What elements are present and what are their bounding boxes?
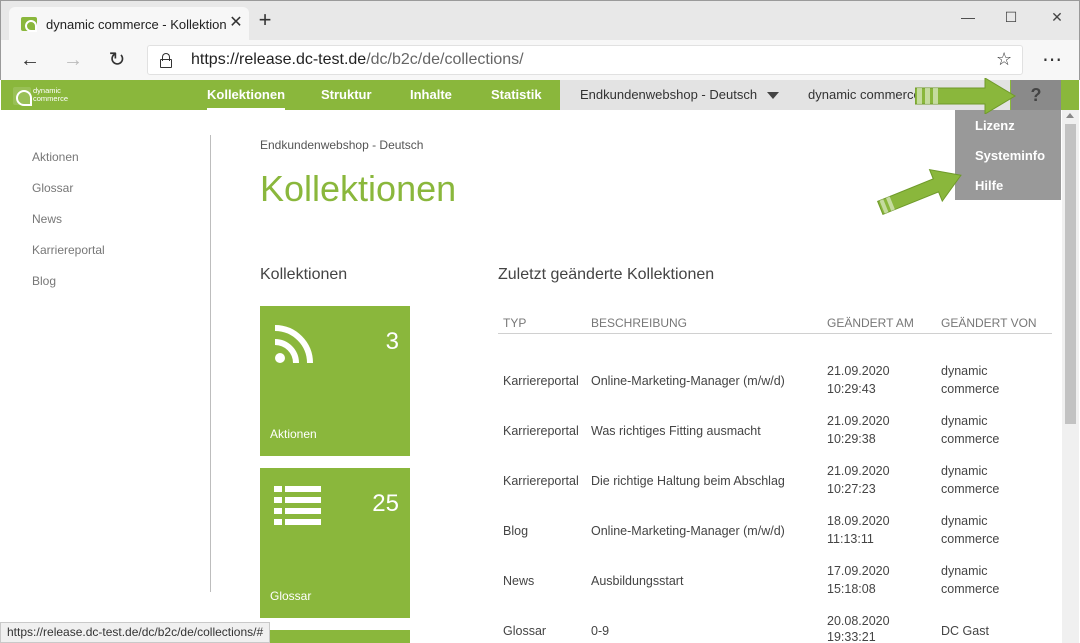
cell-beschreibung[interactable]: Was richtiges Fitting ausmacht <box>591 422 761 440</box>
table-header-divider <box>498 333 1052 334</box>
sidebar-item-glossar[interactable]: Glossar <box>32 181 73 195</box>
sidebar: Aktionen Glossar News Karriereportal Blo… <box>1 110 211 643</box>
shop-select[interactable]: Endkundenwebshop - Deutsch <box>580 80 757 110</box>
cell-datum: 21.09.2020 <box>827 364 890 378</box>
chevron-down-icon[interactable] <box>767 92 779 99</box>
cell-von: commerce <box>941 532 1000 546</box>
cell-typ: Karriereportal <box>503 424 579 438</box>
sidebar-item-aktionen[interactable]: Aktionen <box>32 150 79 164</box>
menu-item-systeminfo[interactable]: Systeminfo <box>975 148 1045 163</box>
column-header-geaendert-von[interactable]: GEÄNDERT VON <box>941 316 1037 330</box>
cell-beschreibung[interactable]: Online-Marketing-Manager (m/w/d) <box>591 372 785 390</box>
list-icon <box>274 486 321 525</box>
column-header-beschreibung[interactable]: BESCHREIBUNG <box>591 316 687 330</box>
cell-typ: Karriereportal <box>503 474 579 488</box>
cell-typ: Glossar <box>503 624 547 638</box>
cell-von: DC Gast <box>941 624 989 638</box>
forward-icon[interactable]: → <box>61 48 85 72</box>
cell-von: commerce <box>941 582 1000 596</box>
column-header-geaendert-am[interactable]: GEÄNDERT AM <box>827 316 914 330</box>
tile-count: 25 <box>372 490 399 517</box>
refresh-icon[interactable]: ↻ <box>105 48 129 72</box>
cell-typ: Blog <box>503 524 529 538</box>
cell-datum: 17.09.2020 <box>827 564 890 578</box>
cell-von: commerce <box>941 482 1000 496</box>
user-menu[interactable]: dynamic commerce <box>808 80 918 110</box>
cell-von: commerce <box>941 432 1000 446</box>
url-path: /dc/b2c/de/collections/ <box>366 51 524 68</box>
cell-zeit: 19:33:21 <box>827 630 876 643</box>
cell-typ: Karriereportal <box>503 374 579 388</box>
tile-label: Aktionen <box>270 427 317 441</box>
scroll-thumb[interactable] <box>1065 124 1076 424</box>
cell-zeit: 11:13:11 <box>827 532 874 546</box>
nav-statistik[interactable]: Statistik <box>491 80 542 110</box>
cell-zeit: 10:29:43 <box>827 382 876 396</box>
cell-beschreibung[interactable]: Ausbildungsstart <box>591 572 683 590</box>
collection-tile-next[interactable] <box>260 630 410 643</box>
browser-tab[interactable]: dynamic commerce - Kollektionen ✕ <box>9 7 249 41</box>
cell-von: commerce <box>941 382 1000 396</box>
favicon-icon <box>21 17 37 32</box>
annotation-arrow-help <box>915 78 1016 114</box>
recent-collections-heading: Zuletzt geänderte Kollektionen <box>498 266 715 283</box>
menu-item-hilfe[interactable]: Hilfe <box>975 178 1003 193</box>
annotation-arrow-hilfe <box>877 168 962 215</box>
cell-beschreibung[interactable]: Online-Marketing-Manager (m/w/d) <box>591 522 785 540</box>
address-bar[interactable]: https://release.dc-test.de/dc/b2c/de/col… <box>147 45 1023 75</box>
browser-tab-strip: dynamic commerce - Kollektionen ✕ + — ☐ … <box>0 0 1080 41</box>
menu-item-lizenz[interactable]: Lizenz <box>975 118 1015 133</box>
more-icon[interactable]: ⋯ <box>1040 48 1064 72</box>
favorite-star-icon[interactable]: ☆ <box>996 49 1012 70</box>
dc-logo[interactable]: dynamic commerce <box>13 87 73 106</box>
cell-beschreibung[interactable]: 0-9 <box>591 622 609 640</box>
cell-zeit: 10:27:23 <box>827 482 876 496</box>
sidebar-item-news[interactable]: News <box>32 212 62 226</box>
scrollbar[interactable] <box>1062 110 1079 643</box>
cell-von: dynamic <box>941 414 988 428</box>
close-icon[interactable]: ✕ <box>1047 9 1067 25</box>
nav-inhalte[interactable]: Inhalte <box>410 80 452 110</box>
collection-tile-glossar[interactable]: 25 Glossar <box>260 468 410 618</box>
cell-zeit: 10:29:38 <box>827 432 876 446</box>
cell-datum: 21.09.2020 <box>827 414 890 428</box>
cell-von: dynamic <box>941 464 988 478</box>
breadcrumb: Endkundenwebshop - Deutsch <box>260 138 424 152</box>
logo-text: dynamic commerce <box>33 86 69 103</box>
url-text[interactable]: https://release.dc-test.de/dc/b2c/de/col… <box>191 51 524 69</box>
sidebar-divider <box>210 135 211 592</box>
nav-kollektionen[interactable]: Kollektionen <box>207 80 286 110</box>
tab-close-icon[interactable]: ✕ <box>228 15 244 31</box>
collection-tile-aktionen[interactable]: 3 Aktionen <box>260 306 410 456</box>
tile-count: 3 <box>385 328 399 355</box>
status-url: https://release.dc-test.de/dc/b2c/de/col… <box>0 622 271 643</box>
cell-von: dynamic <box>941 364 988 378</box>
cell-typ: News <box>503 574 535 588</box>
cell-datum: 21.09.2020 <box>827 464 890 478</box>
collections-heading: Kollektionen <box>260 266 348 283</box>
browser-toolbar: ← → ↻ https://release.dc-test.de/dc/b2c/… <box>0 40 1080 80</box>
lock-icon[interactable] <box>160 53 172 68</box>
tile-label: Glossar <box>270 589 312 603</box>
column-header-typ[interactable]: TYP <box>503 316 526 330</box>
nav-struktur[interactable]: Struktur <box>321 80 372 110</box>
maximize-icon[interactable]: ☐ <box>1001 9 1021 25</box>
cell-datum: 18.09.2020 <box>827 514 890 528</box>
sidebar-item-blog[interactable]: Blog <box>32 274 56 288</box>
cell-zeit: 15:18:08 <box>827 582 876 596</box>
page-title: Kollektionen <box>260 168 457 209</box>
new-tab-button[interactable]: + <box>255 9 275 31</box>
tab-title: dynamic commerce - Kollektionen <box>46 17 226 32</box>
url-host: https://release.dc-test.de <box>191 51 367 68</box>
scroll-up-icon[interactable] <box>1066 113 1074 118</box>
back-icon[interactable]: ← <box>18 48 42 72</box>
sidebar-item-karriereportal[interactable]: Karriereportal <box>32 243 105 257</box>
rss-icon <box>274 325 313 364</box>
cell-von: dynamic <box>941 514 988 528</box>
cell-beschreibung[interactable]: Die richtige Haltung beim Abschlag <box>591 472 785 490</box>
cell-von: dynamic <box>941 564 988 578</box>
logo-mark-icon <box>13 87 32 106</box>
minimize-icon[interactable]: — <box>958 9 978 25</box>
